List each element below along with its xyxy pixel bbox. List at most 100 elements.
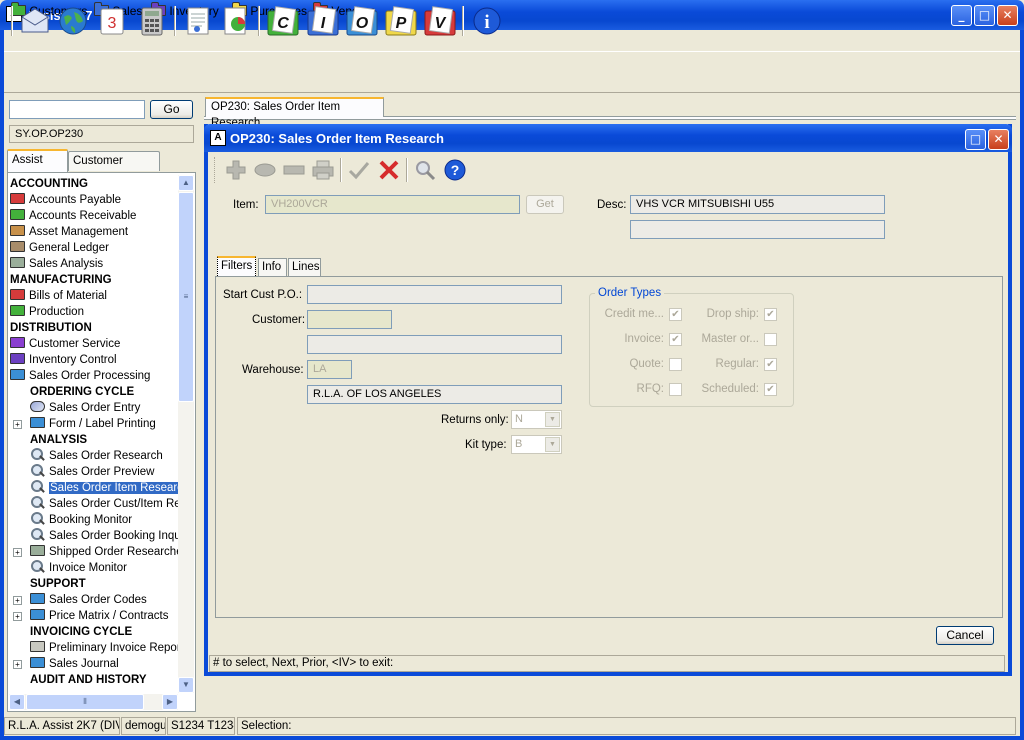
tab-filters[interactable]: Filters bbox=[217, 256, 256, 278]
i-folder-icon[interactable]: I bbox=[306, 5, 339, 37]
cancel-button[interactable]: Cancel bbox=[936, 626, 994, 645]
menu-search-input[interactable] bbox=[9, 100, 145, 119]
start-po-field[interactable] bbox=[307, 285, 562, 304]
tab-assist-2k7[interactable]: Assist 2K7 bbox=[7, 149, 68, 184]
tree-item[interactable]: Sales Order Entry bbox=[10, 400, 178, 416]
tree-item[interactable]: + Sales Order Codes bbox=[10, 592, 178, 608]
search-icon[interactable] bbox=[413, 158, 437, 182]
desc-field-2[interactable] bbox=[630, 220, 885, 239]
help-icon[interactable]: ? bbox=[443, 158, 467, 182]
hscroll-thumb[interactable]: ⦀ bbox=[26, 694, 144, 710]
returns-only-select[interactable]: N ▼ bbox=[511, 410, 562, 429]
tree-section-header: DISTRIBUTION bbox=[10, 320, 178, 336]
rfq-checkbox[interactable] bbox=[669, 383, 682, 396]
tab-customer-service[interactable]: Customer Service bbox=[68, 151, 160, 185]
tree-item[interactable]: Sales Order Item Research bbox=[10, 480, 178, 496]
maximize-button[interactable]: □ bbox=[974, 5, 995, 26]
p-folder-icon[interactable]: P bbox=[384, 5, 417, 37]
expand-icon[interactable]: + bbox=[13, 596, 22, 605]
warehouse-field[interactable]: LA bbox=[307, 360, 352, 379]
expand-icon[interactable]: + bbox=[13, 612, 22, 621]
tree-item[interactable]: + Price Matrix / Contracts bbox=[10, 608, 178, 624]
quote-checkbox[interactable] bbox=[669, 358, 682, 371]
minimize-button[interactable]: _ bbox=[951, 5, 972, 26]
tree-item-label: Shipped Order Researches bbox=[49, 546, 178, 558]
info-icon[interactable]: i bbox=[471, 5, 503, 37]
folder-icon bbox=[10, 353, 25, 364]
tree-item[interactable]: Asset Management bbox=[10, 224, 178, 240]
globe-icon[interactable] bbox=[57, 5, 89, 37]
tree-item[interactable]: + Form / Label Printing bbox=[10, 416, 178, 432]
get-button[interactable]: Get bbox=[526, 195, 564, 214]
tree-item[interactable]: Invoice Monitor bbox=[10, 560, 178, 576]
customer-field[interactable] bbox=[307, 310, 392, 329]
tree-item[interactable]: Sales Order Research bbox=[10, 448, 178, 464]
expand-icon[interactable]: + bbox=[13, 660, 22, 669]
expand-icon[interactable]: + bbox=[13, 548, 22, 557]
drop-ship-checkbox[interactable]: ✔ bbox=[764, 308, 777, 321]
tree-item[interactable]: Sales Order Booking Inquir bbox=[10, 528, 178, 544]
o-folder-icon[interactable]: O bbox=[345, 5, 378, 37]
document-icon[interactable] bbox=[182, 5, 214, 37]
check-icon[interactable] bbox=[347, 158, 371, 182]
tree-item[interactable]: Accounts Payable bbox=[10, 192, 178, 208]
tree-item[interactable]: Accounts Receivable bbox=[10, 208, 178, 224]
close-button[interactable]: ✕ bbox=[997, 5, 1018, 26]
c-folder-icon[interactable]: C bbox=[266, 5, 299, 37]
expand-icon[interactable]: + bbox=[13, 420, 22, 429]
credit-memo-checkbox[interactable]: ✔ bbox=[669, 308, 682, 321]
delete-icon[interactable] bbox=[377, 158, 401, 182]
svg-text:3: 3 bbox=[108, 15, 117, 32]
tree-item[interactable]: Sales Order Processing bbox=[10, 368, 178, 384]
tree-item-label: Sales Order Processing bbox=[29, 370, 151, 382]
calculator-icon[interactable] bbox=[136, 5, 168, 37]
dialog-maximize-button[interactable]: □ bbox=[965, 129, 986, 150]
tree-item[interactable]: + Sales Journal bbox=[10, 656, 178, 672]
tree-item-label: Sales Order Preview bbox=[49, 466, 155, 478]
tree-item[interactable]: Sales Analysis bbox=[10, 256, 178, 272]
v-folder-icon[interactable]: V bbox=[423, 5, 456, 37]
mail-icon[interactable] bbox=[19, 5, 51, 37]
calendar-icon[interactable]: 3 bbox=[96, 5, 128, 37]
scroll-right-button[interactable]: ▶ bbox=[162, 694, 178, 710]
tree-item[interactable]: Booking Monitor bbox=[10, 512, 178, 528]
add-icon[interactable] bbox=[224, 158, 248, 182]
invoice-checkbox[interactable]: ✔ bbox=[669, 333, 682, 346]
tree-item[interactable]: Production bbox=[10, 304, 178, 320]
tree-horizontal-scrollbar[interactable]: ◀ ⦀ ▶ bbox=[9, 694, 178, 710]
tab-info[interactable]: Info bbox=[258, 258, 287, 277]
tree-item[interactable]: Inventory Control bbox=[10, 352, 178, 368]
desc-field[interactable]: VHS VCR MITSUBISHI U55 bbox=[630, 195, 885, 214]
scheduled-checkbox[interactable]: ✔ bbox=[764, 383, 777, 396]
scroll-left-button[interactable]: ◀ bbox=[9, 694, 25, 710]
chart-icon[interactable] bbox=[220, 5, 252, 37]
item-field[interactable]: VH200VCR bbox=[265, 195, 520, 214]
doc-tab-op230[interactable]: OP230: Sales Order Item Research bbox=[205, 97, 384, 129]
tree-item[interactable]: Bills of Material bbox=[10, 288, 178, 304]
regular-checkbox[interactable]: ✔ bbox=[764, 358, 777, 371]
link-icon[interactable] bbox=[253, 158, 277, 182]
tree-item[interactable]: Sales Order Preview bbox=[10, 464, 178, 480]
scroll-down-button[interactable]: ▼ bbox=[178, 677, 194, 693]
tree-item-label: INVOICING CYCLE bbox=[30, 626, 133, 638]
tree-item-label: Sales Analysis bbox=[29, 258, 104, 270]
folder-icon bbox=[10, 337, 25, 348]
tree-item[interactable]: General Ledger bbox=[10, 240, 178, 256]
tree-item[interactable]: Preliminary Invoice Report bbox=[10, 640, 178, 656]
tree-vertical-scrollbar[interactable]: ▲ ≡ ▼ bbox=[178, 175, 194, 693]
tree-section-header: ANALYSIS bbox=[10, 432, 178, 448]
master-order-checkbox[interactable] bbox=[764, 333, 777, 346]
scroll-up-button[interactable]: ▲ bbox=[178, 175, 194, 191]
dialog-close-button[interactable]: ✕ bbox=[988, 129, 1009, 150]
tree-item[interactable]: Customer Service bbox=[10, 336, 178, 352]
tree-item-label: Sales Order Booking Inquir bbox=[49, 530, 178, 542]
print-icon[interactable] bbox=[311, 158, 335, 182]
tab-lines[interactable]: Lines bbox=[288, 258, 321, 277]
kit-type-select[interactable]: B ▼ bbox=[511, 435, 562, 454]
scroll-thumb[interactable]: ≡ bbox=[178, 192, 194, 402]
tree-item[interactable]: Sales Order Cust/Item Res bbox=[10, 496, 178, 512]
go-button[interactable]: Go bbox=[150, 100, 193, 119]
remove-icon[interactable] bbox=[282, 158, 306, 182]
tree-item-label: Sales Journal bbox=[49, 658, 119, 670]
tree-item[interactable]: + Shipped Order Researches bbox=[10, 544, 178, 560]
